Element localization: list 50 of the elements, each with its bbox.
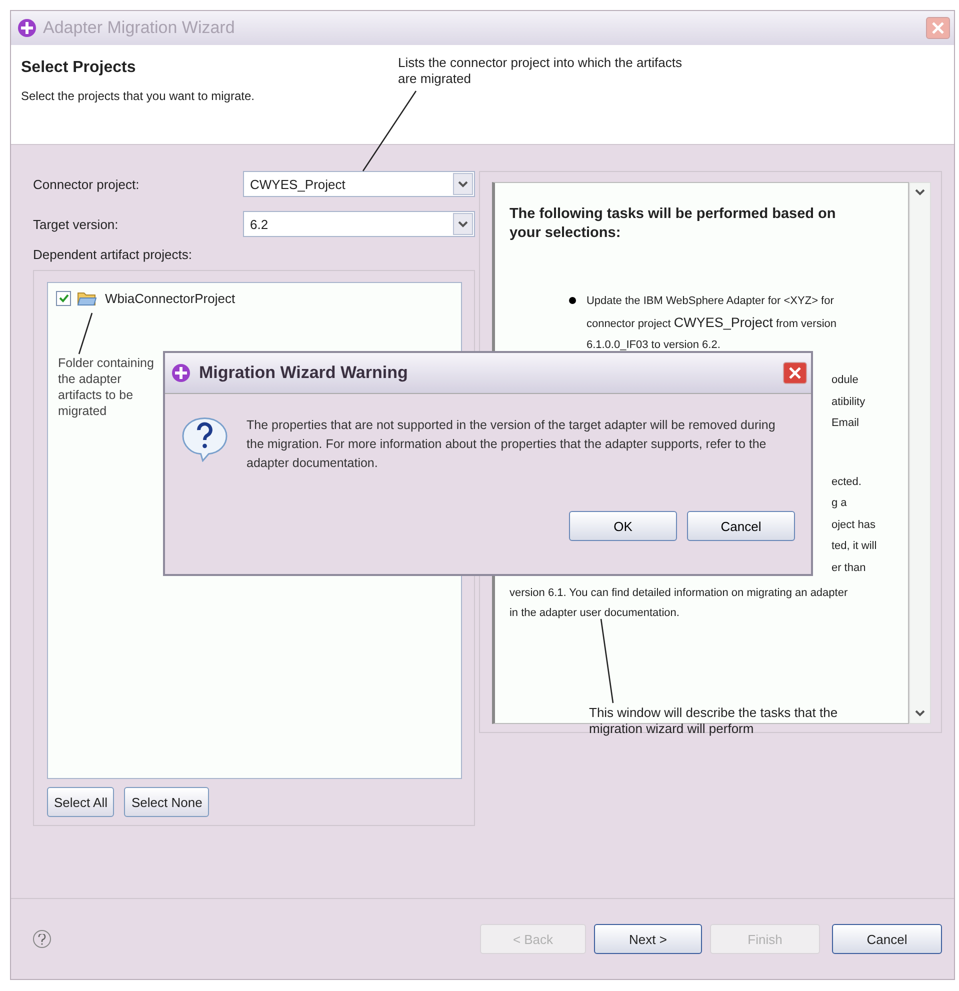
- task-text-fragment: atibility: [831, 394, 866, 410]
- field-label: Target version:: [33, 216, 120, 232]
- dropdown-button[interactable]: [453, 173, 474, 195]
- bullet-icon: [569, 297, 576, 304]
- close-button[interactable]: [783, 362, 807, 384]
- window-title: Adapter Migration Wizard: [43, 18, 236, 38]
- callout-text: This window will describe the tasks that the migration wizard will perform: [589, 705, 839, 737]
- callout-text: Lists the connector project into which the artifacts are migrated: [398, 55, 683, 87]
- close-button[interactable]: [926, 17, 950, 39]
- select-button[interactable]: Select All: [47, 787, 114, 817]
- question-icon: [181, 416, 229, 462]
- callout-text: Folder containing the adapter artifacts to be migrated: [58, 355, 155, 419]
- task-text-fragment: Email: [831, 416, 860, 431]
- page-title: Select Projects: [21, 59, 136, 77]
- leader-line: [78, 312, 93, 354]
- select-button[interactable]: Select None: [124, 787, 210, 817]
- wizard-button[interactable]: Next >: [594, 924, 702, 954]
- dropdown-button[interactable]: [453, 213, 474, 235]
- chevron-down-icon: [458, 180, 468, 188]
- field-label: Connector project:: [33, 176, 140, 192]
- dialog-title: Migration Wizard Warning: [199, 363, 409, 383]
- task-text-fragment: ected.: [831, 474, 862, 490]
- task-text: Update the IBM WebSphere Adapter for <XYZ> for connector project CWYES_Project from version 6.1.0.0_IF03 to version 6.2.: [586, 294, 838, 353]
- dialog-button[interactable]: OK: [569, 511, 677, 541]
- chevron-down-icon: [458, 220, 468, 228]
- dropdown-field[interactable]: CWYES_Project: [243, 171, 476, 197]
- task-text-fragment: g a: [831, 496, 848, 511]
- dialog-button[interactable]: Cancel: [687, 511, 795, 541]
- page-subtitle: Select the projects that you want to migrate.: [21, 89, 256, 103]
- close-icon: [932, 22, 944, 34]
- task-note: version 6.1. You can find detailed information on migrating an adapter in the adapter user documentation.: [509, 586, 849, 621]
- app-logo-icon: [17, 18, 37, 38]
- task-text-fragment: er than: [831, 560, 867, 576]
- task-text-fragment: oject has: [831, 518, 876, 532]
- folder-icon: [77, 291, 97, 306]
- scroll-down-icon: [915, 710, 925, 717]
- dialog-logo-icon: [171, 363, 191, 383]
- wizard-button[interactable]: Cancel: [832, 924, 942, 954]
- task-text-fragment: ted, it will: [831, 539, 878, 554]
- checkbox[interactable]: [56, 291, 71, 306]
- dialog-message: The properties that are not supported in the version of the target adapter will be removed during the migration. For more information about the properties that the adapter supports, refer to the adapter documentation.: [246, 417, 776, 472]
- close-icon: [789, 367, 801, 379]
- dropdown-field[interactable]: 6.2: [243, 211, 476, 237]
- list-label: Dependent artifact projects:: [33, 247, 193, 262]
- scrollbar[interactable]: [909, 182, 931, 724]
- task-text-fragment: odule: [831, 373, 860, 388]
- check-icon: [58, 294, 68, 303]
- project-name[interactable]: WbiaConnectorProject: [105, 291, 236, 306]
- tasks-heading: The following tasks will be performed based on your selections:: [509, 205, 837, 243]
- help-icon[interactable]: [33, 930, 51, 948]
